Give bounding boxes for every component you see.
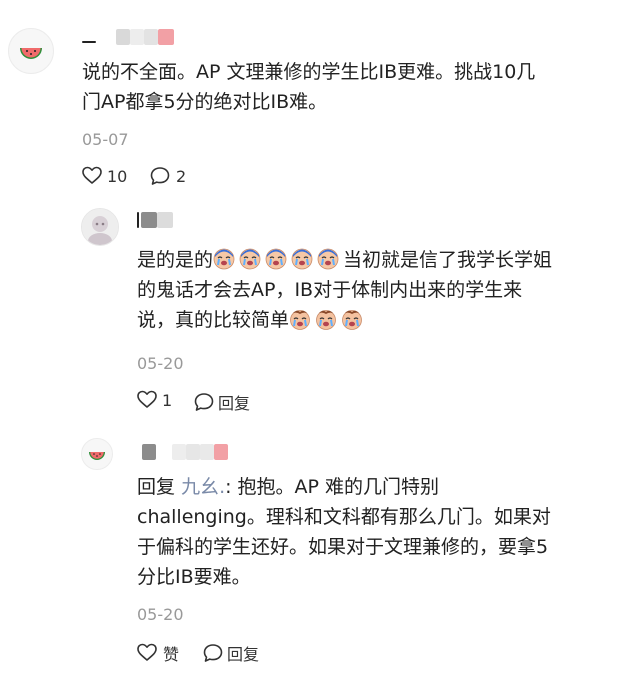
crying-face-emoji	[265, 248, 288, 270]
like-count: 1	[162, 390, 173, 410]
heart-icon	[137, 643, 157, 661]
username-blurred	[82, 29, 174, 45]
reply-count-button[interactable]: 2	[150, 166, 186, 186]
username-blurred	[137, 212, 173, 228]
reply-text: 是的是的 当初就是信了我学长学姐 的鬼话才会去AP，IB对于体制内出来的学生来 说…	[137, 248, 553, 331]
heart-icon	[82, 166, 102, 184]
crying-face-emoji	[291, 248, 314, 270]
comment-bubble-icon	[150, 167, 170, 185]
crying-face-emoji	[239, 248, 262, 270]
reply-button[interactable]: 回复	[203, 641, 259, 665]
like-button[interactable]: 赞	[137, 641, 179, 665]
reply-date: 05-20	[137, 354, 184, 373]
crying-face-emoji	[289, 309, 311, 330]
crying-face-emoji	[317, 248, 340, 270]
crying-face-emoji	[213, 248, 236, 270]
comment-date: 05-07	[82, 130, 129, 149]
reply-date: 05-20	[137, 605, 184, 624]
reply-text: 回复 九幺.: 抱抱。AP 难的几门特别 challenging。理科和文科都有…	[137, 476, 551, 588]
comment-bubble-icon	[194, 393, 214, 411]
reply-label: 回复	[227, 645, 260, 664]
reply-count: 2	[176, 166, 187, 186]
watermelon-icon	[89, 452, 105, 460]
avatar[interactable]	[81, 208, 119, 246]
crying-face-emoji	[341, 309, 363, 330]
like-count: 10	[107, 166, 128, 186]
reply-button[interactable]: 回复	[194, 390, 250, 414]
like-label: 赞	[163, 645, 180, 664]
avatar[interactable]	[8, 28, 54, 74]
comment-bubble-icon	[203, 644, 223, 662]
comment-text: 说的不全面。AP 文理兼修的学生比IB更难。挑战10几 门AP都拿5分的绝对比I…	[82, 61, 536, 113]
watermelon-icon	[20, 48, 42, 59]
avatar[interactable]	[81, 438, 113, 470]
heart-icon	[137, 390, 157, 408]
username-blurred	[142, 444, 228, 460]
crying-face-emoji	[315, 309, 337, 330]
reply-label: 回复	[218, 394, 251, 413]
reply-target-name[interactable]: 九幺.	[181, 476, 225, 498]
like-button[interactable]: 1	[137, 390, 172, 410]
like-button[interactable]: 10	[82, 166, 127, 186]
avatar-image	[82, 209, 118, 245]
